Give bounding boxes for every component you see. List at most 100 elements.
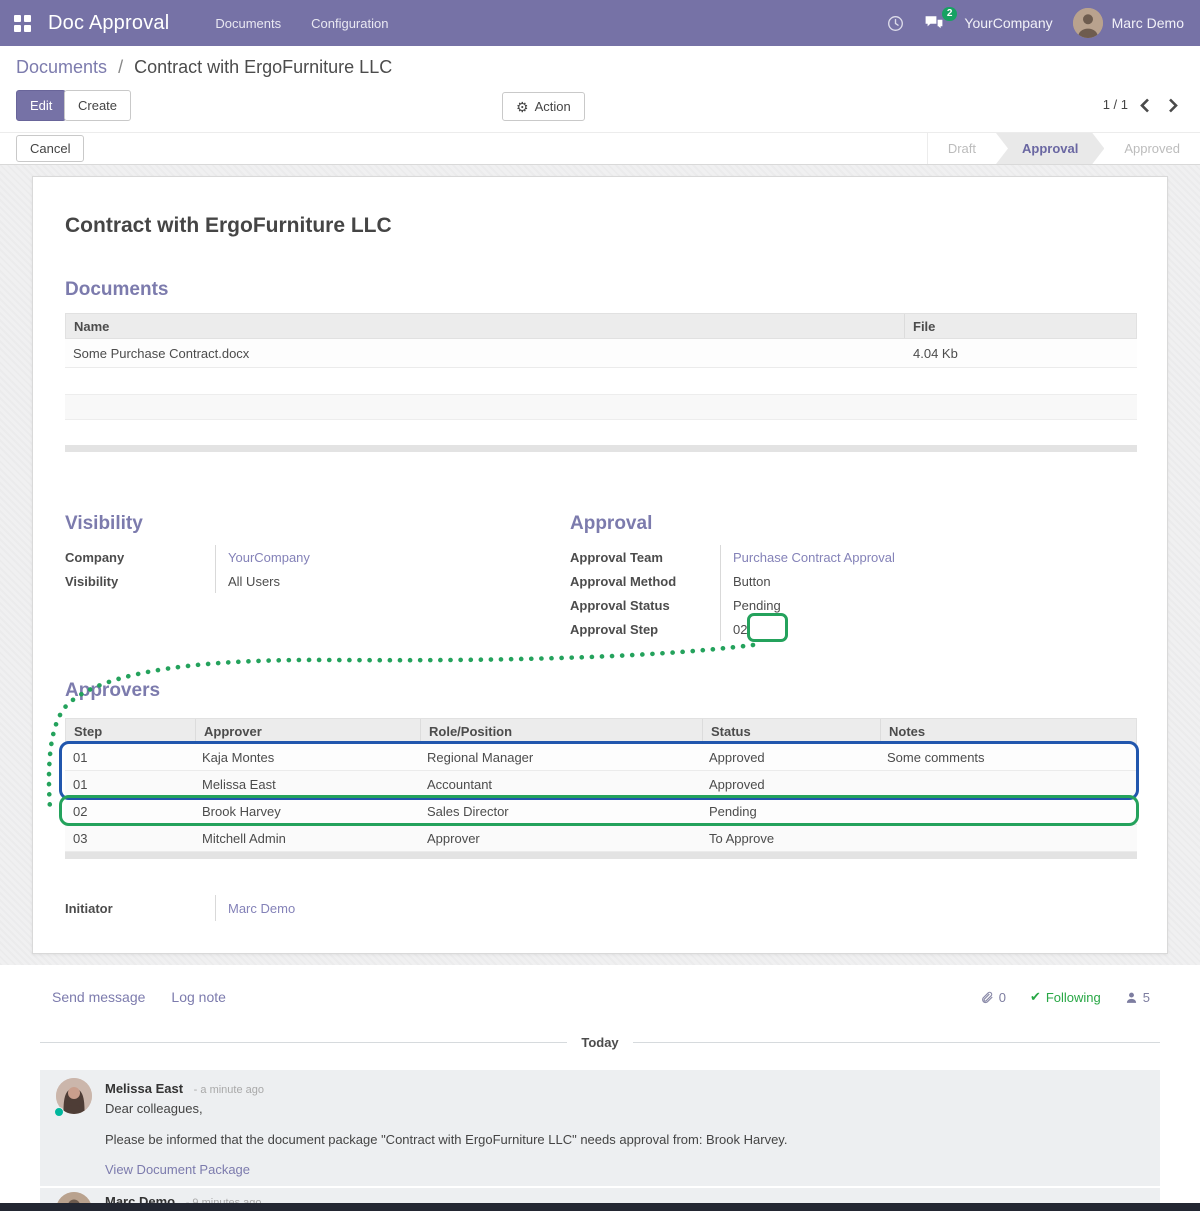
document-name: Some Purchase Contract.docx	[65, 346, 905, 361]
followers-button[interactable]: 5	[1125, 990, 1150, 1005]
approval-method-value: Button	[733, 574, 771, 589]
empty-row	[65, 368, 1137, 394]
message-body-line: Please be informed that the document pac…	[105, 1132, 787, 1147]
form-sheet: Contract with ErgoFurniture LLC Document…	[32, 176, 1168, 954]
message-author: Melissa East	[105, 1081, 183, 1096]
visibility-section-heading: Visibility	[65, 513, 143, 535]
cell-status: Approved	[701, 750, 879, 765]
approver-row[interactable]: 03 Mitchell Admin Approver To Approve	[65, 825, 1137, 852]
initiator-value-link[interactable]: Marc Demo	[228, 901, 295, 916]
chatter-message: Melissa East - a minute ago Dear colleag…	[40, 1070, 1160, 1186]
view-document-package-link[interactable]: View Document Package	[105, 1162, 250, 1177]
table-footer-strip	[65, 445, 1137, 452]
documents-section-heading: Documents	[65, 279, 168, 301]
approval-fields: Approval Team Purchase Contract Approval…	[570, 545, 1130, 641]
log-note-button[interactable]: Log note	[171, 989, 226, 1005]
attachments-count: 0	[999, 990, 1006, 1005]
message-timestamp: - a minute ago	[194, 1084, 264, 1096]
empty-row	[65, 420, 1137, 445]
cell-step: 02	[65, 804, 194, 819]
company-value-link[interactable]: YourCompany	[228, 550, 310, 565]
cancel-button[interactable]: Cancel	[16, 135, 84, 162]
page: Doc Approval Documents Configuration 2 Y…	[0, 0, 1200, 1211]
cell-role: Sales Director	[419, 804, 701, 819]
menu-configuration[interactable]: Configuration	[311, 16, 388, 31]
approval-status-value: Pending	[733, 598, 781, 613]
form-content: Contract with ErgoFurniture LLC Document…	[0, 165, 1200, 965]
date-divider-label: Today	[581, 1035, 618, 1050]
document-row[interactable]: Some Purchase Contract.docx 4.04 Kb	[65, 339, 1137, 368]
breadcrumb-separator: /	[118, 57, 123, 77]
create-button[interactable]: Create	[64, 90, 131, 121]
check-icon: ✔	[1030, 989, 1041, 1005]
documents-table-header: Name File	[65, 313, 1137, 339]
cell-approver: Kaja Montes	[194, 750, 419, 765]
pager-previous-icon[interactable]	[1134, 94, 1156, 116]
chatter-buttons: Send message Log note	[52, 989, 226, 1005]
activities-clock-icon[interactable]	[887, 15, 904, 32]
record-title: Contract with ErgoFurniture LLC	[65, 214, 392, 238]
chatter: Send message Log note 0 ✔ Following 5 To…	[0, 965, 1200, 1203]
visibility-label: Visibility	[65, 569, 215, 593]
cell-status: Pending	[701, 804, 879, 819]
cell-step: 01	[65, 750, 194, 765]
approval-step-label: Approval Step	[570, 617, 720, 641]
visibility-value: All Users	[228, 574, 280, 589]
company-switcher[interactable]: YourCompany	[964, 15, 1052, 31]
column-status: Status	[702, 719, 880, 743]
stage-approved[interactable]: Approved	[1104, 133, 1200, 164]
breadcrumb: Documents / Contract with ErgoFurniture …	[16, 57, 392, 78]
approval-team-label: Approval Team	[570, 545, 720, 569]
messages-icon[interactable]: 2	[924, 15, 944, 31]
bottom-window-edge	[0, 1203, 1200, 1211]
messages-badge: 2	[942, 7, 958, 21]
stage-approval[interactable]: Approval	[996, 133, 1104, 164]
documents-table: Name File Some Purchase Contract.docx 4.…	[65, 313, 1137, 452]
approval-team-value-link[interactable]: Purchase Contract Approval	[733, 550, 895, 565]
message-body-line: Dear colleagues,	[105, 1101, 203, 1116]
online-status-dot	[54, 1107, 64, 1117]
following-button[interactable]: ✔ Following	[1030, 989, 1101, 1005]
navbar-right: 2 YourCompany Marc Demo	[887, 8, 1200, 38]
cell-role: Regional Manager	[419, 750, 701, 765]
pager-next-icon[interactable]	[1162, 94, 1184, 116]
initiator-field: Initiator Marc Demo	[65, 895, 545, 921]
approver-row[interactable]: 01 Melissa East Accountant Approved	[65, 771, 1137, 798]
action-label: Action	[535, 99, 571, 114]
breadcrumb-parent[interactable]: Documents	[16, 57, 107, 77]
cell-status: To Approve	[701, 831, 879, 846]
column-file: File	[904, 314, 1136, 338]
stage-draft[interactable]: Draft	[928, 133, 996, 164]
approval-step-value: 02	[733, 622, 747, 637]
apps-menu-button[interactable]	[0, 15, 44, 32]
cell-role: Accountant	[419, 777, 701, 792]
approvers-table: Step Approver Role/Position Status Notes…	[65, 718, 1137, 859]
app-title: Doc Approval	[48, 12, 169, 35]
cell-status: Approved	[701, 777, 879, 792]
stage-pipeline: Draft Approval Approved	[927, 133, 1200, 164]
approver-row[interactable]: 01 Kaja Montes Regional Manager Approved…	[65, 744, 1137, 771]
approvers-table-header: Step Approver Role/Position Status Notes	[65, 718, 1137, 744]
statusbar: Cancel Draft Approval Approved	[0, 132, 1200, 165]
cell-approver: Mitchell Admin	[194, 831, 419, 846]
approvers-section-heading: Approvers	[65, 680, 160, 702]
user-name: Marc Demo	[1112, 15, 1184, 31]
document-file-size: 4.04 Kb	[905, 346, 1137, 361]
menu-documents[interactable]: Documents	[215, 16, 281, 31]
initiator-label: Initiator	[65, 895, 215, 921]
following-label: Following	[1046, 990, 1101, 1005]
approval-status-label: Approval Status	[570, 593, 720, 617]
action-button[interactable]: ⚙ Action	[502, 92, 585, 121]
attachments-button[interactable]: 0	[980, 990, 1006, 1005]
approver-row[interactable]: 02 Brook Harvey Sales Director Pending	[65, 798, 1137, 825]
pager-counter: 1 / 1	[1103, 97, 1128, 112]
edit-button[interactable]: Edit	[16, 90, 66, 121]
send-message-button[interactable]: Send message	[52, 989, 145, 1005]
apps-grid-icon	[14, 15, 31, 32]
followers-count: 5	[1143, 990, 1150, 1005]
table-footer-strip	[65, 852, 1137, 859]
empty-row	[65, 394, 1137, 420]
user-menu[interactable]: Marc Demo	[1073, 8, 1184, 38]
column-approver: Approver	[195, 719, 420, 743]
date-divider: Today	[40, 1035, 1160, 1050]
